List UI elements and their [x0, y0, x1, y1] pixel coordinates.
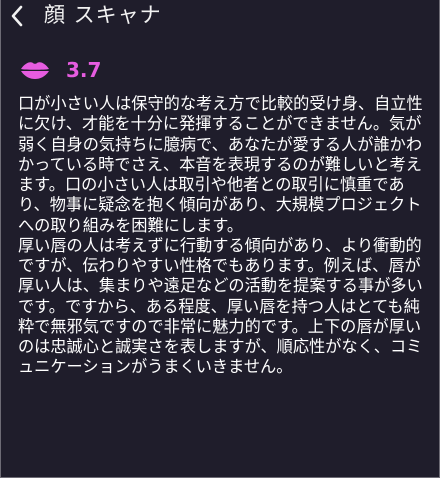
description-paragraph-2: 厚い唇の人は考えずに行動する傾向があり、より衝動的ですが、伝わりやすい性格でもあ… — [18, 235, 423, 377]
chevron-left-icon — [11, 5, 23, 27]
back-button[interactable] — [6, 3, 28, 29]
lips-icon — [21, 62, 49, 79]
score-row: 3.7 — [20, 56, 101, 84]
score-value: 3.7 — [66, 58, 102, 82]
description-paragraph-1: 口が小さい人は保守的な考え方で比較的受け身、自立性に欠け、才能を十分に発揮するこ… — [18, 94, 423, 235]
description-text: 口が小さい人は保守的な考え方で比較的受け身、自立性に欠け、才能を十分に発揮するこ… — [18, 94, 430, 378]
page-title: 顔 スキャナ — [44, 3, 162, 27]
app-header: 顔 スキャナ — [0, 0, 440, 34]
